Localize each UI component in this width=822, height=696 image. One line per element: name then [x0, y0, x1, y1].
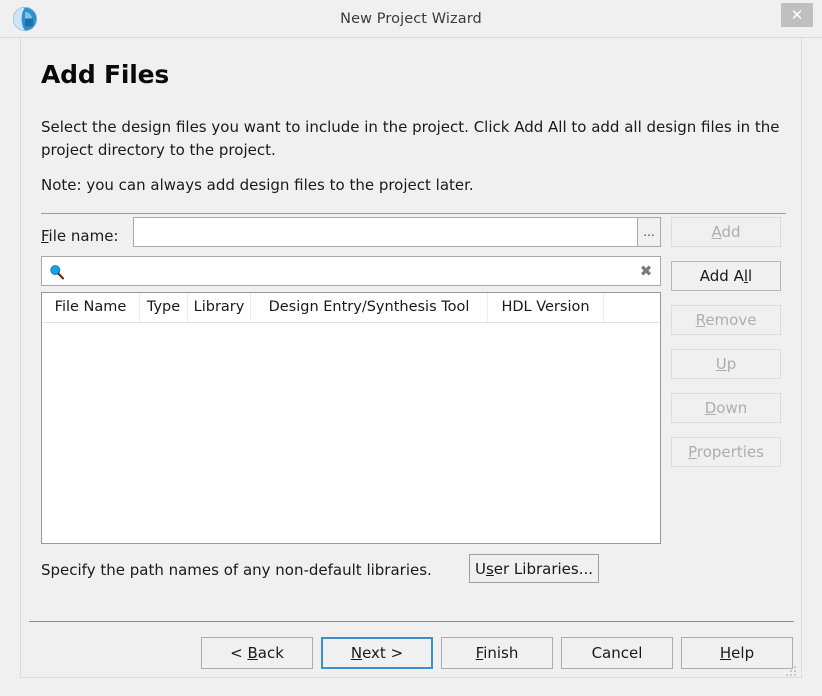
top-separator — [41, 213, 786, 214]
search-magnifier-icon — [49, 264, 65, 280]
add-button[interactable]: Add — [671, 217, 781, 247]
table-column-header[interactable]: Type — [140, 293, 188, 322]
finish-button[interactable]: Finish — [441, 637, 553, 669]
intro-description: Select the design files you want to incl… — [41, 118, 780, 159]
window-title: New Project Wizard — [340, 11, 482, 27]
properties-button[interactable]: Properties — [671, 437, 781, 467]
file-name-label-rest: ile name: — [48, 227, 119, 245]
file-name-label: File name: — [41, 221, 118, 251]
table-header-row: File Name Type Library Design Entry/Synthes… — [42, 293, 660, 323]
next-button[interactable]: Next > — [321, 637, 433, 669]
note-description: Note: you can always add design files to… — [41, 176, 474, 194]
resize-grip[interactable] — [785, 662, 797, 676]
move-up-button[interactable]: Up — [671, 349, 781, 379]
table-column-header[interactable]: HDL Version — [488, 293, 604, 322]
back-button[interactable]: < Back — [201, 637, 313, 669]
close-glyph: ✕ — [790, 6, 804, 24]
close-icon[interactable]: ✕ — [781, 3, 813, 27]
wizard-content-panel: Add Files Select the design files you wa… — [20, 38, 802, 678]
table-column-header[interactable]: File Name — [42, 293, 140, 322]
table-column-header[interactable]: Library — [188, 293, 251, 322]
clear-search-icon[interactable]: ✖ — [637, 262, 655, 280]
cancel-button[interactable]: Cancel — [561, 637, 673, 669]
add-all-button[interactable]: Add All — [671, 261, 781, 291]
user-libraries-description: Specify the path names of any non-defaul… — [41, 561, 432, 579]
move-down-button[interactable]: Down — [671, 393, 781, 423]
file-search-box[interactable]: ✖ — [41, 256, 661, 286]
new-project-wizard-window: New Project Wizard ✕ Add Files Select th… — [0, 0, 822, 696]
file-name-label-mnemonic: F — [41, 227, 49, 245]
browse-ellipsis-button[interactable]: ... — [638, 217, 661, 247]
added-files-table[interactable]: File Name Type Library Design Entry/Synthes… — [41, 292, 661, 544]
file-name-input[interactable] — [133, 217, 638, 247]
title-bar: New Project Wizard ✕ — [0, 0, 822, 38]
table-column-header[interactable]: Design Entry/Synthesis Tool — [251, 293, 488, 322]
help-button[interactable]: Help — [681, 637, 793, 669]
user-libraries-button[interactable]: User Libraries... — [469, 554, 599, 583]
search-input[interactable] — [70, 258, 640, 284]
table-body[interactable] — [42, 323, 660, 542]
bottom-separator — [29, 621, 794, 622]
page-title: Add Files — [41, 60, 170, 89]
remove-button[interactable]: Remove — [671, 305, 781, 335]
